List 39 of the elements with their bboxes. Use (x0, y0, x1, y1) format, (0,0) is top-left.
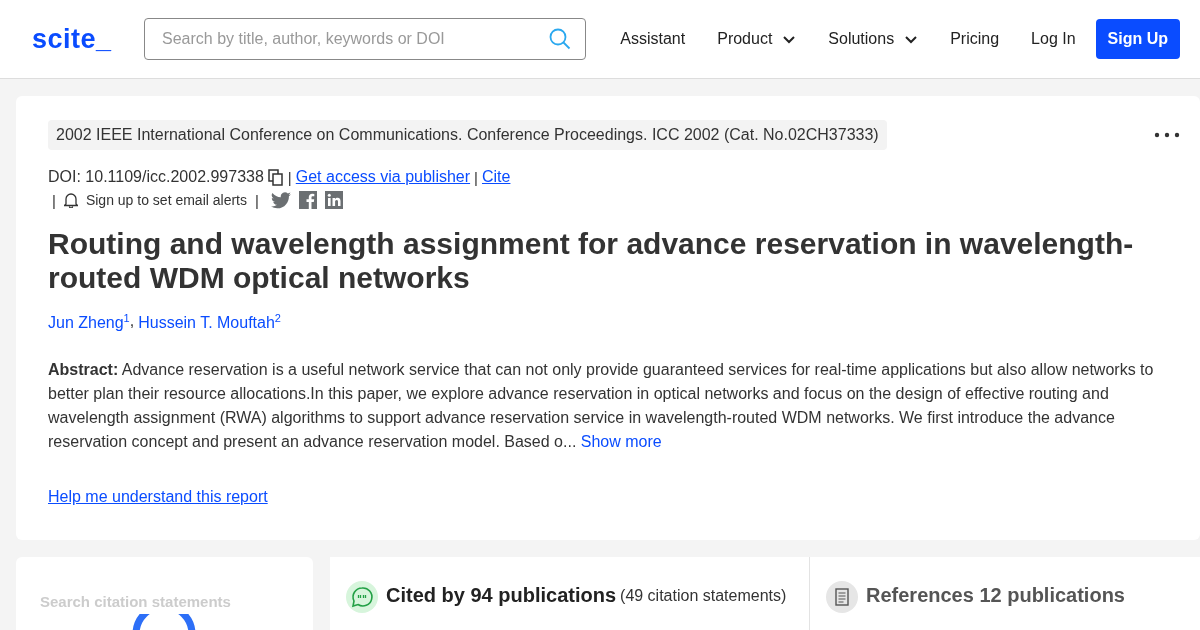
more-icon[interactable] (1154, 132, 1180, 138)
separator-text: , (129, 312, 135, 331)
email-alerts-link[interactable]: Sign up to set email alerts (85, 192, 247, 208)
chevron-icon (782, 34, 797, 44)
paper-title: Routing and wavelength assignment for advance reservation in wavelength-routed WDM optical networks (48, 227, 1135, 295)
linkedin-icon[interactable] (324, 191, 343, 209)
cite-link[interactable]: Cite (482, 168, 511, 186)
search-field[interactable]: Search by title, author, keywords or DOI (144, 18, 586, 60)
sign-up-button[interactable]: Sign Up (1095, 19, 1180, 59)
nav-link[interactable]: Pricing (934, 30, 1016, 48)
separator-text: | (52, 191, 56, 209)
twitter-icon[interactable] (270, 191, 291, 209)
scite-logo[interactable]: scite_ (32, 23, 144, 55)
bell-icon[interactable] (63, 192, 78, 208)
nav-link[interactable]: Log In (1015, 30, 1092, 48)
author-link[interactable]: Jun Zheng$^{1}$ (48, 312, 130, 333)
document-icon (826, 581, 858, 613)
references-heading[interactable]: References 12 publications (866, 584, 1125, 607)
abstract-text: Abstract: Advance reservation is a useful network service that can not only provide guaranteed services for real-time applications but also allow networks to better plan their resource allocations.In this paper, we explore advance reservation in optical networks and focus on the design of effective routing and wavelength assignment (RWA) algorithms to support advance reservation service in wavelength-routed WDM networks. We first introduce the advance reservation concept and present an advance reservation model. Based o... Show more (48, 360, 1155, 453)
access-link[interactable]: Get access via publisher (295, 168, 471, 186)
loading-spinner-icon (132, 614, 196, 630)
show-more-link[interactable]: Show more (580, 433, 662, 451)
quote-bubble-icon (346, 581, 378, 613)
separator-text: | (255, 191, 259, 209)
help-link[interactable]: Help me understand this report (48, 488, 268, 507)
nav-menu[interactable]: Product (701, 30, 813, 48)
separator-text: | (474, 168, 478, 186)
nav-menu[interactable]: Solutions (812, 30, 935, 48)
nav-link[interactable]: Assistant (604, 30, 702, 48)
author-link[interactable]: Hussein T. Mouftah$^{2}$ (138, 312, 281, 333)
cited-by-heading[interactable]: Cited by 94 publications (386, 584, 617, 607)
chevron-icon (904, 34, 919, 44)
search-icon[interactable] (549, 28, 571, 50)
statements-count: (49 citation statements) (620, 587, 787, 605)
doi-text: DOI: 10.1109/icc.2002.997338 (48, 168, 264, 186)
facebook-icon[interactable] (298, 191, 317, 209)
copy-icon[interactable] (267, 168, 284, 186)
separator-text: | (287, 168, 292, 186)
venue-tag: 2002 IEEE International Conference on Communications. Conference Proceedings. ICC 2002 (Cat. No.02CH37333) (48, 120, 887, 150)
